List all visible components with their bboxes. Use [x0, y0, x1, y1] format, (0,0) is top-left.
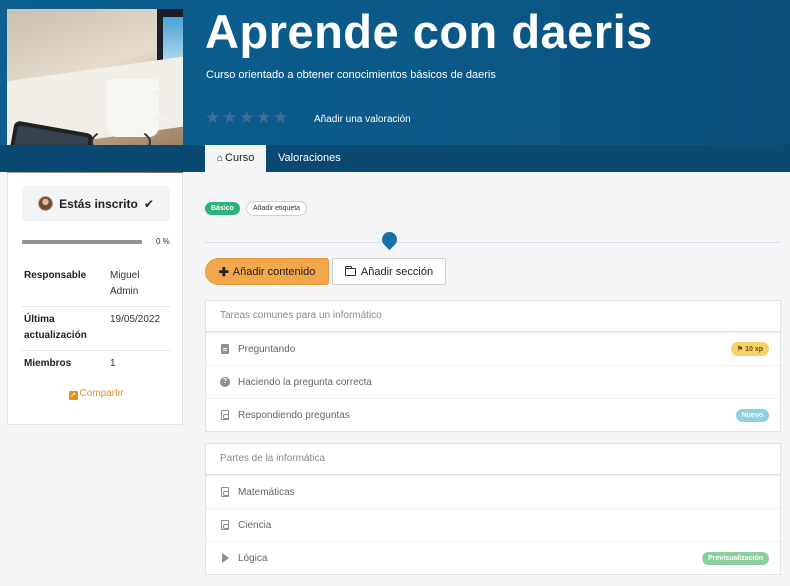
info-value: Miguel Admin	[110, 270, 140, 297]
document-icon	[221, 344, 229, 354]
star-icon[interactable]: ★	[222, 109, 237, 126]
course-tabbar: ⌂ Curso Valoraciones	[0, 145, 790, 172]
question-icon: ?	[220, 377, 230, 387]
lesson-label: Respondiendo preguntas	[238, 409, 350, 421]
level-badge: Básico	[205, 202, 240, 215]
info-key: Responsable	[24, 270, 87, 281]
course-progress-bar	[22, 240, 142, 244]
add-tag-button[interactable]: Añadir etiqueta	[245, 201, 308, 216]
lesson-label: Lógica	[238, 552, 268, 564]
info-value: 19/05/2022	[110, 314, 161, 325]
xp-badge: ⚑ 10 xp	[730, 342, 769, 356]
new-badge: Nuevo	[735, 408, 769, 422]
info-row: Responsable Miguel Admin	[22, 263, 170, 307]
lesson-label: Matemáticas	[238, 486, 295, 498]
share-label: Compartir	[79, 388, 124, 399]
pdf-icon	[221, 520, 229, 530]
lesson-item[interactable]: ? Haciendo la pregunta correcta	[206, 365, 780, 398]
lesson-item[interactable]: Ciencia	[206, 508, 780, 541]
lesson-label: Ciencia	[238, 519, 272, 531]
course-section: Partes de la informática Matemáticas Cie…	[205, 443, 781, 575]
share-link[interactable]: ↗ Compartir	[8, 388, 184, 400]
check-icon: ✔	[143, 196, 154, 211]
info-value: 1	[110, 358, 116, 369]
add-content-label: Añadir contenido	[232, 265, 316, 278]
course-info-table: Responsable Miguel Admin Última actualiz…	[22, 263, 170, 378]
preview-badge: Previsualización	[702, 551, 769, 565]
content-divider	[205, 242, 781, 243]
enrolled-status: Estás inscrito ✔	[22, 186, 170, 221]
add-section-label: Añadir sección	[360, 265, 434, 278]
star-icon[interactable]: ★	[239, 109, 254, 126]
course-section: Tareas comunes para un informático Pregu…	[205, 300, 781, 432]
course-tags: Básico Añadir etiqueta	[205, 201, 308, 216]
info-key: Última actualización	[24, 314, 87, 341]
plus-icon: ✚	[218, 264, 229, 279]
star-icon[interactable]: ★	[273, 109, 288, 126]
share-icon: ↗	[68, 391, 78, 400]
lesson-item[interactable]: Matemáticas	[206, 475, 780, 508]
tab-course-label: Curso	[225, 152, 255, 164]
tab-course[interactable]: ⌂ Curso	[205, 145, 267, 172]
lesson-label: Haciendo la pregunta correcta	[238, 376, 372, 388]
course-title: Aprende con daeris	[205, 5, 653, 58]
info-row: Última actualización 19/05/2022	[22, 307, 170, 351]
play-icon	[221, 553, 229, 563]
avatar	[38, 196, 54, 211]
star-icon[interactable]: ★	[205, 109, 220, 126]
xp-badge-label: 10 xp	[745, 346, 763, 353]
lesson-item[interactable]: Preguntando ⚑ 10 xp	[206, 332, 780, 365]
progress-label: 0 %	[156, 237, 170, 246]
info-key: Miembros	[24, 358, 72, 369]
home-icon: ⌂	[217, 153, 224, 164]
tab-ratings[interactable]: Valoraciones	[267, 145, 352, 172]
enrolled-label: Estás inscrito	[59, 196, 138, 211]
add-rating-link[interactable]: Añadir una valoración	[314, 114, 411, 125]
add-content-button[interactable]: ✚ Añadir contenido	[205, 258, 329, 285]
section-title[interactable]: Partes de la informática	[205, 443, 781, 475]
pdf-icon	[221, 410, 229, 420]
course-sidebar-card: Estás inscrito ✔ 0 % Responsable Miguel …	[7, 173, 183, 425]
lesson-item[interactable]: Lógica Previsualización	[206, 541, 780, 574]
lesson-label: Preguntando	[238, 343, 296, 355]
add-section-button[interactable]: Añadir sección	[332, 258, 446, 285]
map-pin-icon	[378, 228, 401, 251]
course-subtitle: Curso orientado a obtener conocimientos …	[206, 69, 496, 81]
section-title[interactable]: Tareas comunes para un informático	[205, 300, 781, 332]
lesson-item[interactable]: Respondiendo preguntas Nuevo	[206, 398, 780, 431]
rating-stars[interactable]: ★ ★ ★ ★ ★	[205, 109, 288, 126]
pdf-icon	[221, 487, 229, 497]
star-icon[interactable]: ★	[256, 109, 271, 126]
folder-icon	[344, 265, 356, 276]
info-row: Miembros 1	[22, 351, 170, 378]
